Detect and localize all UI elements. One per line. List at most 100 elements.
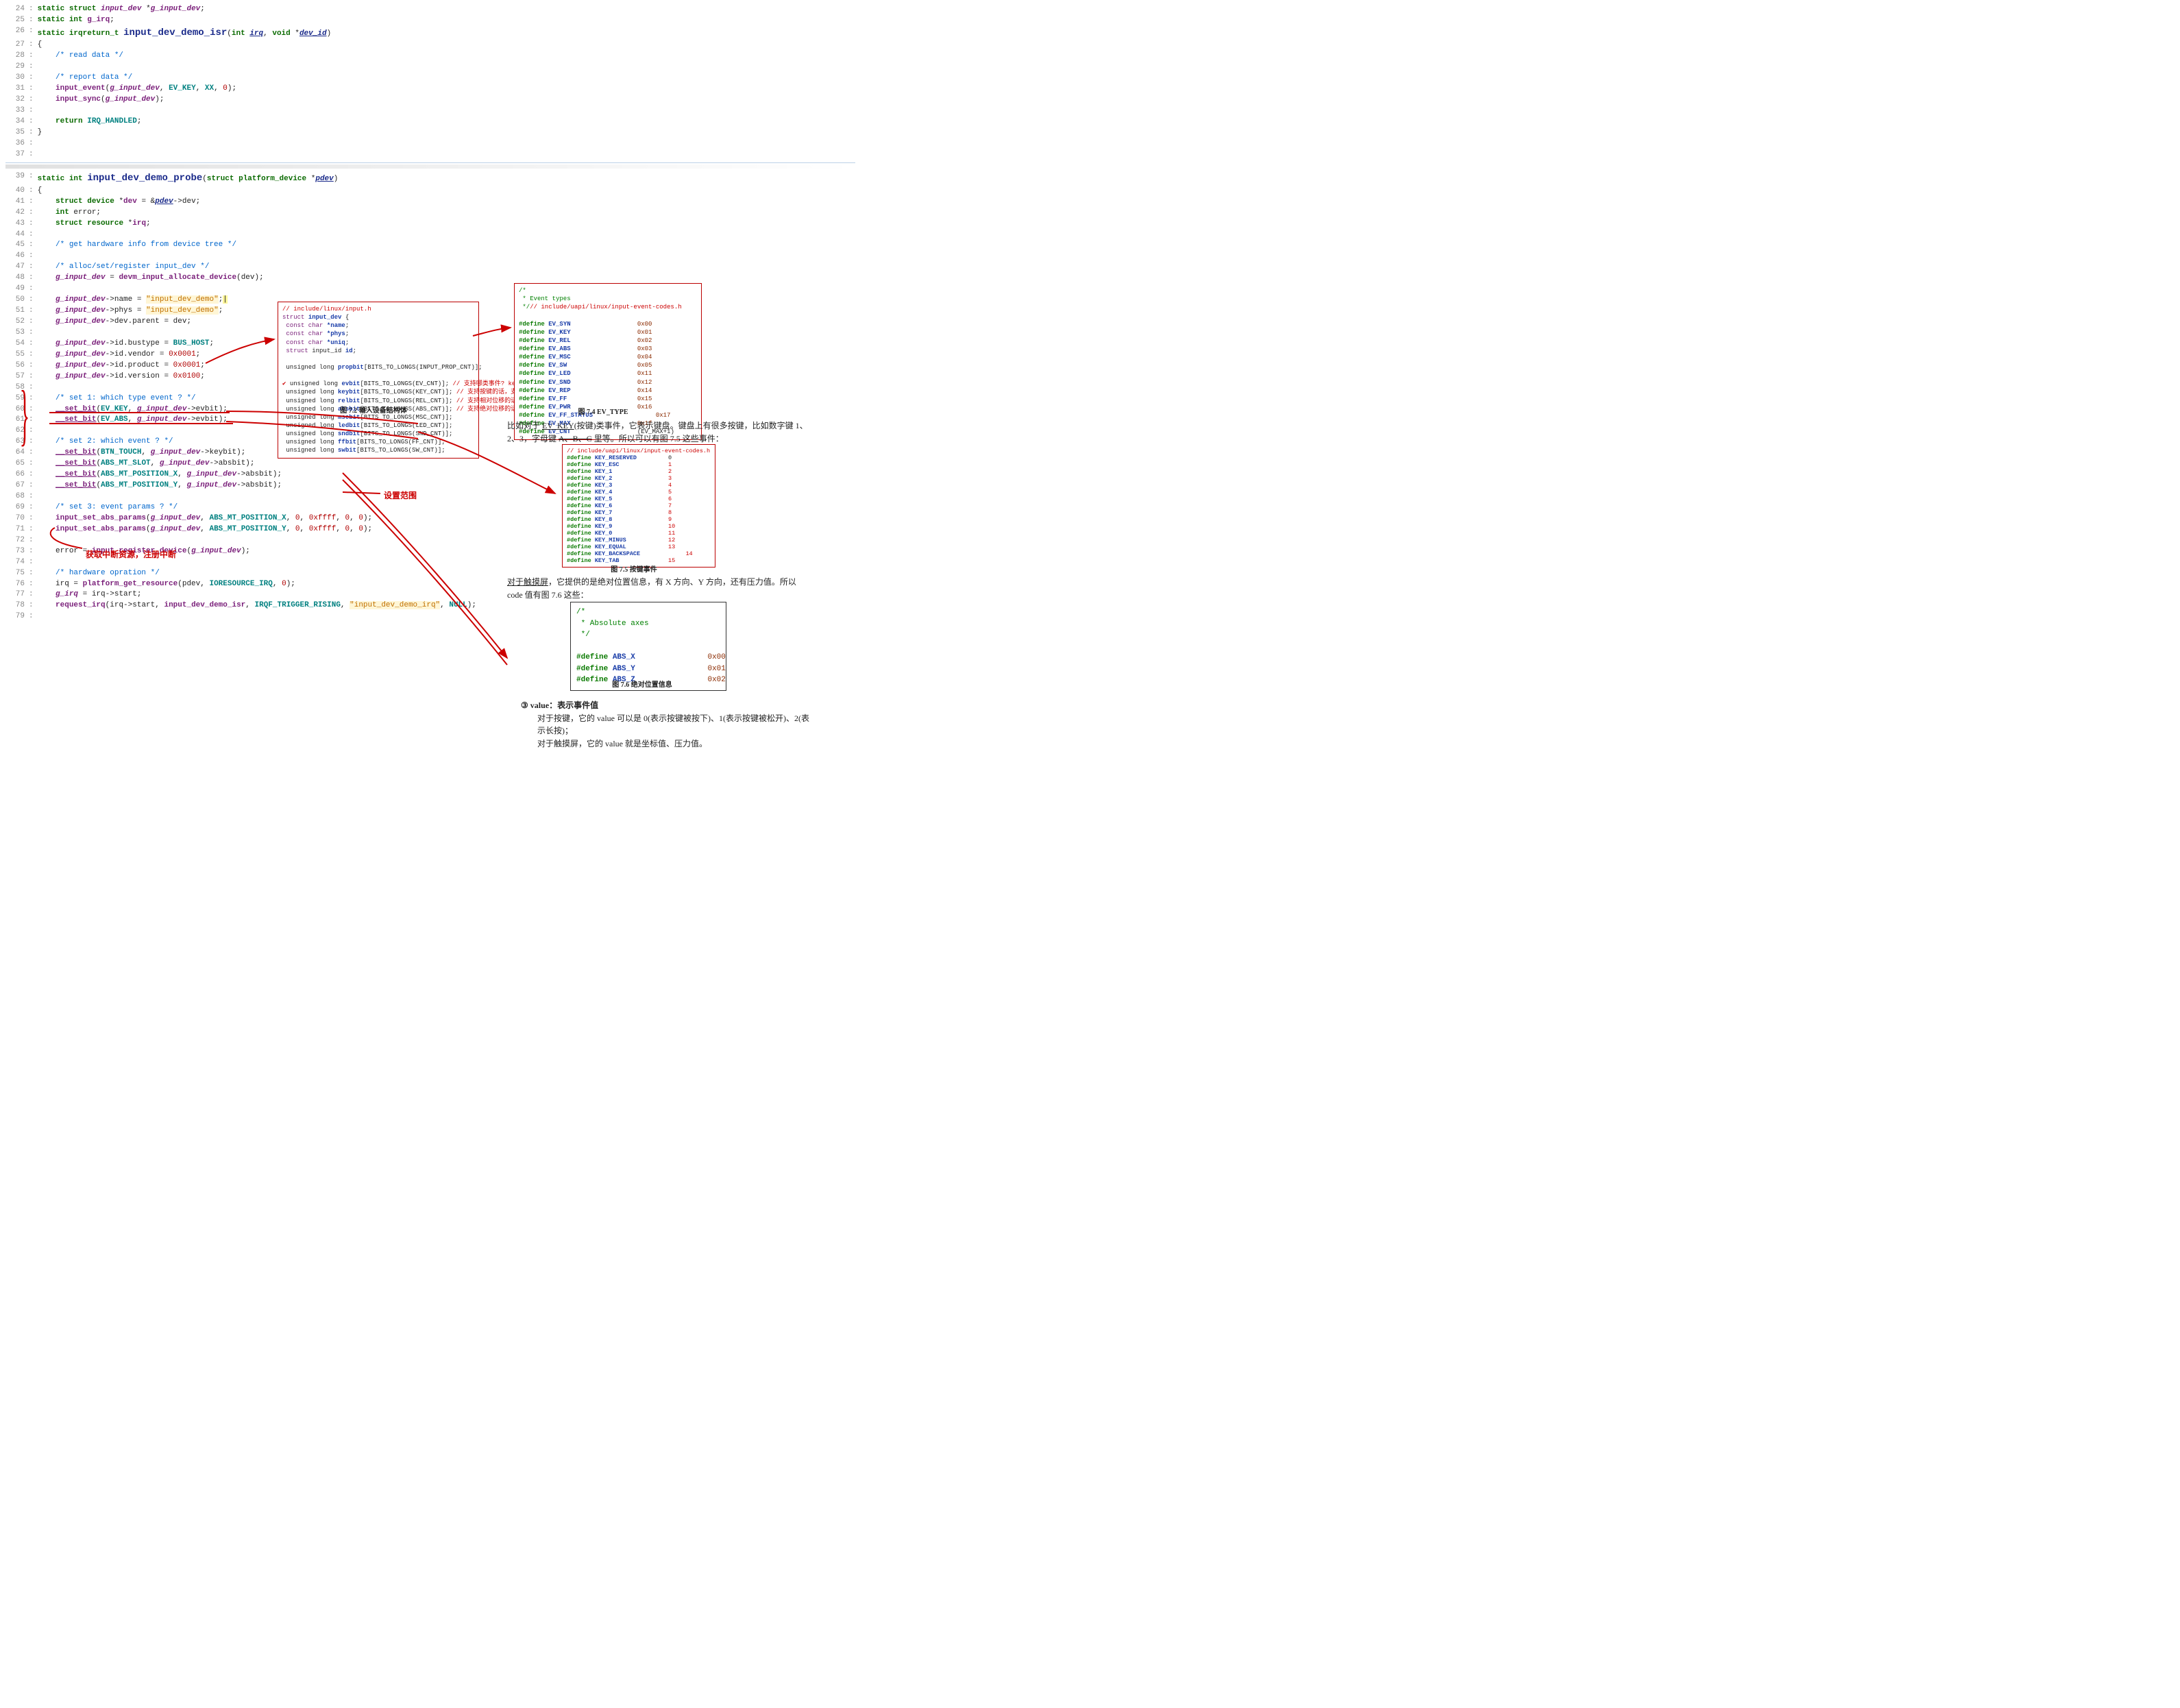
line-number: 30 [5, 73, 29, 84]
code-line: 28: /* read data */ [5, 51, 855, 62]
line-text: __set_bit(ABS_MT_POSITION_Y, g_input_dev… [38, 480, 855, 491]
line-number: 76 [5, 579, 29, 590]
line-number: 55 [5, 350, 29, 361]
line-number: 41 [5, 197, 29, 208]
line-number: 71 [5, 524, 29, 535]
code-line: 66: __set_bit(ABS_MT_POSITION_X, g_input… [5, 469, 855, 480]
prose-value: ③ value：表示事件值 对于按键，它的 value 可以是 0(表示按键被按… [521, 699, 816, 750]
figure-7-4-box: /* * Event types */// include/uapi/linux… [514, 283, 702, 440]
line-number: 31 [5, 84, 29, 95]
figure-7-6-caption: 图 7.6 绝对位置信息 [570, 679, 714, 689]
line-number: 66 [5, 469, 29, 480]
figure-7-2-box: // include/linux/input.h struct input_de… [278, 302, 479, 459]
line-number: 72 [5, 535, 29, 546]
code-line: 42: int error; [5, 208, 855, 219]
code-line: 79: [5, 611, 855, 622]
line-text: struct resource *irq; [38, 219, 855, 230]
line-number: 78 [5, 600, 29, 611]
code-line: 39:static int input_dev_demo_probe(struc… [5, 171, 855, 185]
line-text: /* alloc/set/register input_dev */ [38, 262, 855, 273]
code-line: 41: struct device *dev = &pdev->dev; [5, 197, 855, 208]
figure-7-4-caption: 图 7.4 EV_TYPE [514, 406, 692, 416]
code-line: 45: /* get hardware info from device tre… [5, 240, 855, 251]
line-number: 43 [5, 219, 29, 230]
curly-brace-icon: } [20, 387, 29, 442]
prose-value-title: ③ value：表示事件值 [521, 699, 816, 712]
line-text: } [38, 127, 855, 138]
code-line: 35:} [5, 127, 855, 138]
code-line: 46: [5, 251, 855, 262]
line-number: 68 [5, 491, 29, 502]
line-text: struct device *dev = &pdev->dev; [38, 197, 855, 208]
code-line: 26:static irqreturn_t input_dev_demo_isr… [5, 26, 855, 40]
document-page: 24:static struct input_dev *g_input_dev;… [0, 0, 861, 650]
prose-value-line1: 对于按键，它的 value 可以是 0(表示按键被按下)、1(表示按键被松开)、… [521, 712, 816, 737]
line-text [38, 149, 855, 160]
line-text: request_irq(irq->start, input_dev_demo_i… [38, 600, 855, 611]
line-number: 74 [5, 557, 29, 568]
code-line: 34: return IRQ_HANDLED; [5, 117, 855, 127]
figure-7-2-caption: 图 7.2 输入设备结构体 [278, 404, 469, 415]
code-line: 78: request_irq(irq->start, input_dev_de… [5, 600, 855, 611]
line-number: 49 [5, 284, 29, 295]
line-number: 53 [5, 328, 29, 339]
line-number: 25 [5, 15, 29, 26]
line-number: 70 [5, 513, 29, 524]
line-text: static irqreturn_t input_dev_demo_isr(in… [38, 26, 855, 40]
line-number: 35 [5, 127, 29, 138]
anno-irq-register: 获取中断资源，注册中断 [86, 548, 176, 560]
code-line: 72: [5, 535, 855, 546]
line-number: 54 [5, 339, 29, 350]
line-number: 48 [5, 273, 29, 284]
prose-evkey: 比如对于 EV_KEY(按键)类事件，它表示键盘。键盘上有很多按键，比如数字键 … [507, 419, 816, 445]
code-line: 43: struct resource *irq; [5, 219, 855, 230]
line-number: 79 [5, 611, 29, 622]
line-text: /* read data */ [38, 51, 855, 62]
prose-value-line2: 对于触摸屏，它的 value 就是坐标值、压力值。 [521, 737, 816, 751]
code-line: 24:static struct input_dev *g_input_dev; [5, 4, 855, 15]
line-text: static struct input_dev *g_input_dev; [38, 4, 855, 15]
line-text: input_set_abs_params(g_input_dev, ABS_MT… [38, 513, 855, 524]
code-line: 68: [5, 491, 855, 502]
line-text: input_event(g_input_dev, EV_KEY, XX, 0); [38, 84, 855, 95]
code-line: 40:{ [5, 186, 855, 197]
line-number: 73 [5, 546, 29, 557]
anno-set-range: 设置范围 [384, 489, 417, 501]
code-line: 69: /* set 3: event params ? */ [5, 502, 855, 513]
code-line: 32: input_sync(g_input_dev); [5, 95, 855, 106]
line-text: input_sync(g_input_dev); [38, 95, 855, 106]
code-line: 25:static int g_irq; [5, 15, 855, 26]
code-line: 37: [5, 149, 855, 160]
line-text: /* get hardware info from device tree */ [38, 240, 855, 251]
code-line: 31: input_event(g_input_dev, EV_KEY, XX,… [5, 84, 855, 95]
line-number: 33 [5, 106, 29, 117]
code-line: 70: input_set_abs_params(g_input_dev, AB… [5, 513, 855, 524]
line-text: int error; [38, 208, 855, 219]
line-text [38, 251, 855, 262]
line-text [38, 106, 855, 117]
line-text: { [38, 186, 855, 197]
line-text: __set_bit(ABS_MT_SLOT, g_input_dev->absb… [38, 459, 855, 469]
section-divider [5, 162, 855, 163]
line-number: 44 [5, 230, 29, 241]
line-text: input_set_abs_params(g_input_dev, ABS_MT… [38, 524, 855, 535]
line-number: 75 [5, 568, 29, 579]
code-line: 33: [5, 106, 855, 117]
line-number: 40 [5, 186, 29, 197]
line-number: 27 [5, 40, 29, 51]
line-number: 36 [5, 138, 29, 149]
code-line: 67: __set_bit(ABS_MT_POSITION_Y, g_input… [5, 480, 855, 491]
code-line: 36: [5, 138, 855, 149]
line-number: 51 [5, 306, 29, 317]
line-text: return IRQ_HANDLED; [38, 117, 855, 127]
code-line: 44: [5, 230, 855, 241]
code-line: 65: __set_bit(ABS_MT_SLOT, g_input_dev->… [5, 459, 855, 469]
line-number: 28 [5, 51, 29, 62]
line-number: 67 [5, 480, 29, 491]
prose-touchscreen: 对于触摸屏，它提供的是绝对位置信息，有 X 方向、Y 方向，还有压力值。所以 c… [507, 576, 802, 601]
line-text [38, 230, 855, 241]
code-line: 48: g_input_dev = devm_input_allocate_de… [5, 273, 855, 284]
line-text: { [38, 40, 855, 51]
code-line: 29: [5, 62, 855, 73]
line-number: 29 [5, 62, 29, 73]
